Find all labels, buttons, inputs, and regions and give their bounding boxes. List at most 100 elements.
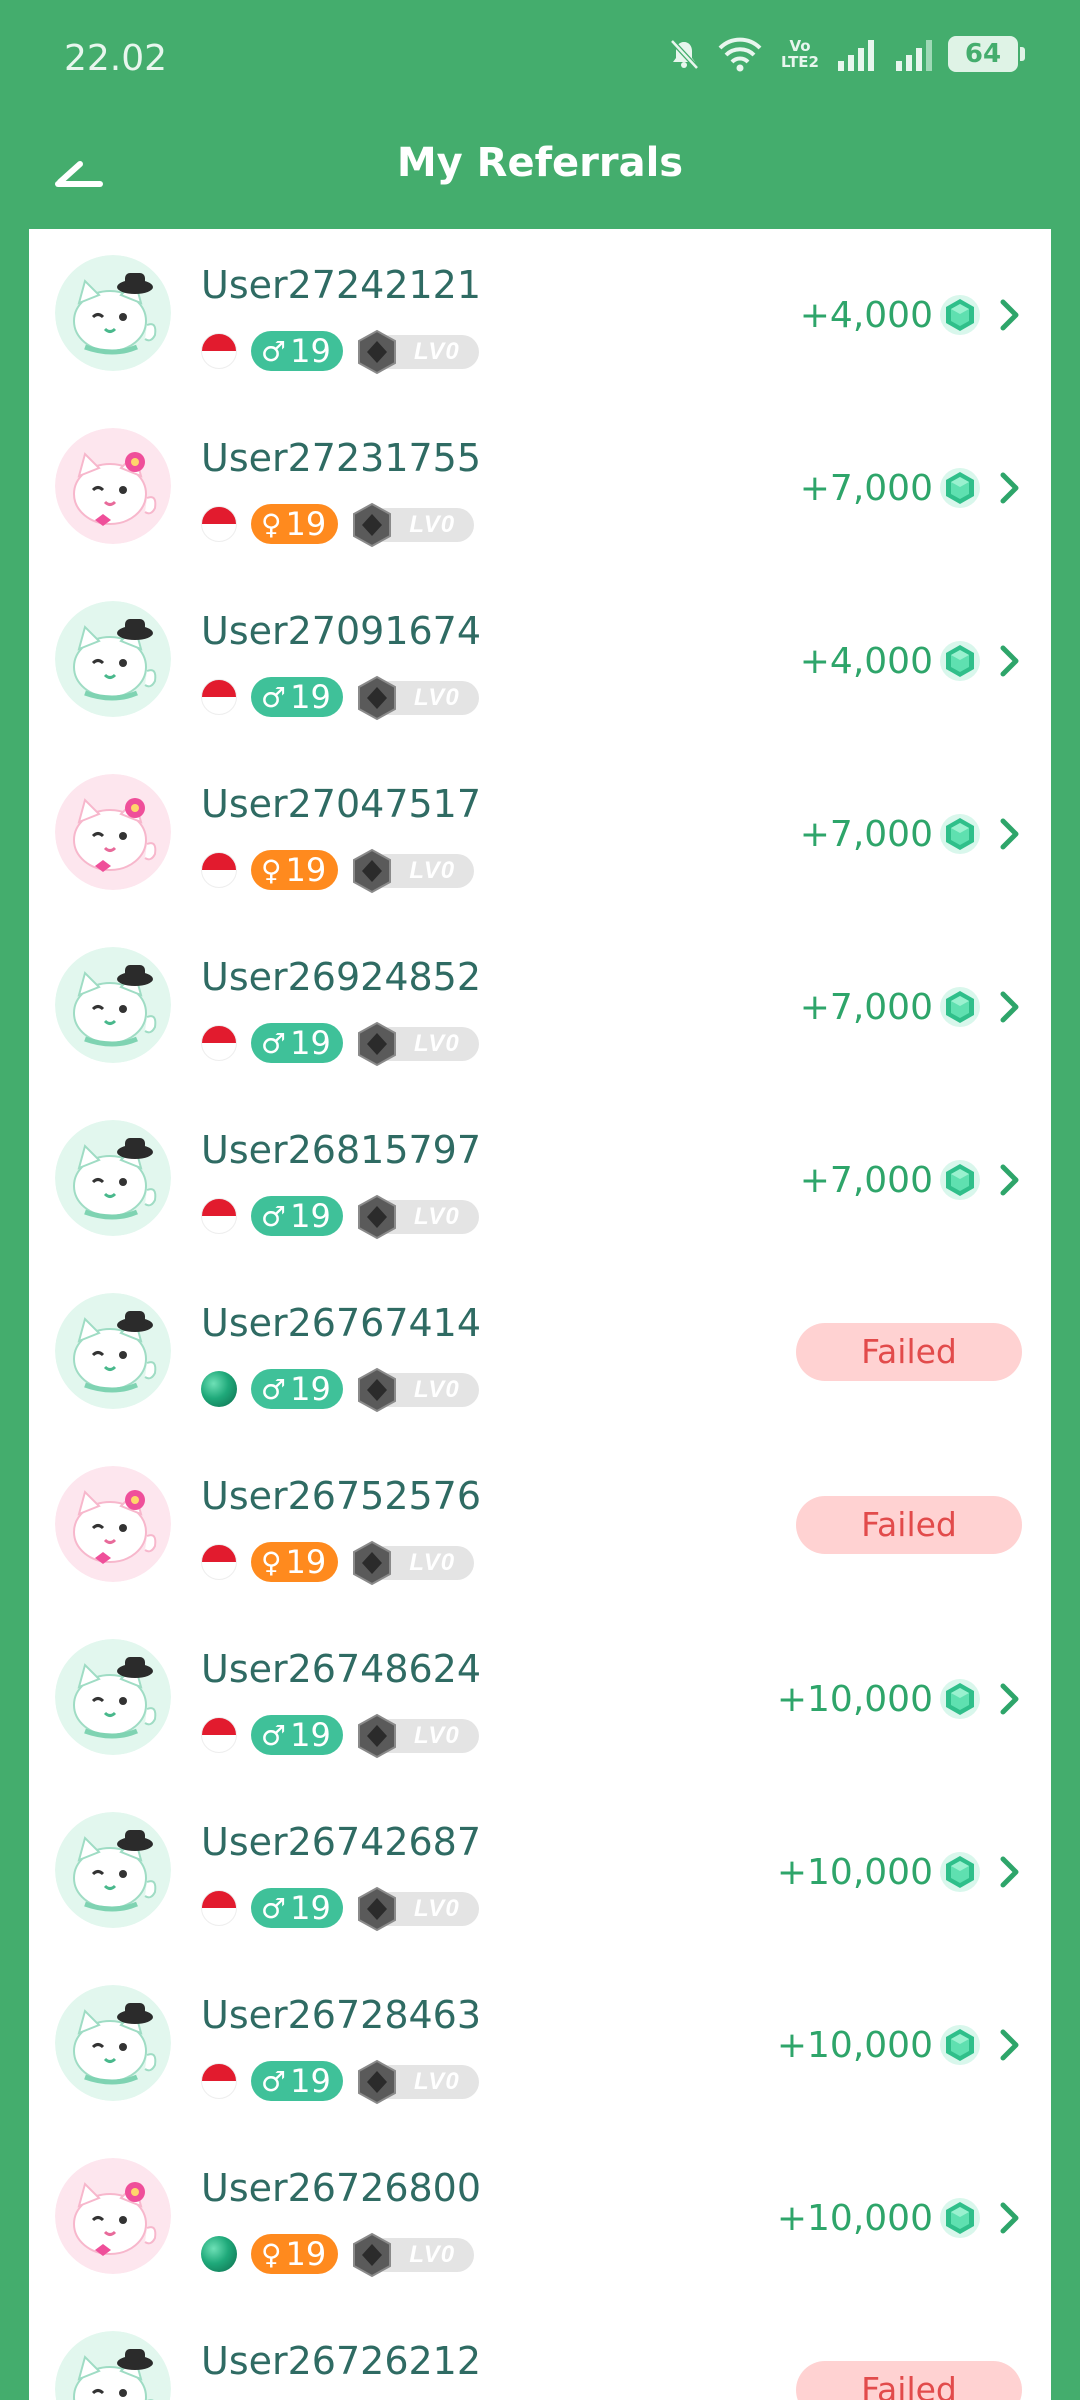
level-badge: LV0 xyxy=(350,848,475,894)
app-bar: My Referrals xyxy=(0,124,1080,230)
level-hexagon-icon xyxy=(357,2059,396,2105)
gem-icon xyxy=(940,468,980,508)
indonesia-flag xyxy=(201,333,237,369)
level-badge: LV0 xyxy=(350,502,475,548)
age-value: 19 xyxy=(290,2062,331,2100)
avatar[interactable] xyxy=(55,601,171,717)
referral-row[interactable]: User26742687 ♂ 19 LV0 +10,000 xyxy=(29,1784,1051,1957)
indonesia-flag xyxy=(201,1890,237,1926)
avatar[interactable] xyxy=(55,1639,171,1755)
indonesia-flag xyxy=(201,679,237,715)
username: User26924852 xyxy=(201,955,482,999)
wifi-icon xyxy=(718,37,762,72)
indonesia-flag xyxy=(201,852,237,888)
gender-age-badge: ♂ 19 xyxy=(251,1196,343,1236)
age-value: 19 xyxy=(285,1543,327,1581)
user-meta: ♂ 19 LV0 xyxy=(201,1367,479,1413)
level-hexagon-icon xyxy=(357,329,396,375)
reward-link[interactable]: +4,000 xyxy=(800,637,1021,685)
failed-status-badge: Failed xyxy=(796,2361,1022,2400)
avatar[interactable] xyxy=(55,947,171,1063)
female-icon: ♀ xyxy=(261,507,282,541)
reward-amount: +7,000 xyxy=(799,813,933,855)
male-icon: ♂ xyxy=(261,1718,287,1752)
age-value: 19 xyxy=(290,1889,331,1927)
referral-row[interactable]: User26924852 ♂ 19 LV0 +7,000 xyxy=(29,919,1051,1092)
referral-row[interactable]: User27242121 ♂ 19 LV0 +4,000 xyxy=(29,229,1051,400)
avatar[interactable] xyxy=(55,1293,171,1409)
referral-row[interactable]: User26728463 ♂ 19 LV0 +10,000 xyxy=(29,1957,1051,2130)
username: User26767414 xyxy=(201,1301,482,1345)
gem-icon xyxy=(940,2198,980,2238)
age-value: 19 xyxy=(290,678,331,716)
level-hexagon-icon xyxy=(353,848,392,894)
avatar[interactable] xyxy=(55,2331,171,2400)
status-time: 22.02 xyxy=(64,38,168,79)
referral-row[interactable]: User27047517 ♀ 19 LV0 +7,000 xyxy=(29,746,1051,919)
referral-row: User26726212♂19LV0Failed xyxy=(29,2303,1051,2400)
failed-status-badge: Failed xyxy=(796,1323,1022,1381)
referral-row[interactable]: User26815797 ♂ 19 LV0 +7,000 xyxy=(29,1092,1051,1265)
user-meta: ♀ 19 LV0 xyxy=(201,2232,475,2278)
indonesia-flag xyxy=(201,506,237,542)
reward-link[interactable]: +7,000 xyxy=(800,983,1021,1031)
avatar[interactable] xyxy=(55,255,171,371)
user-meta: ♂ 19 LV0 xyxy=(201,1194,479,1240)
user-meta: ♂ 19 LV0 xyxy=(201,1886,479,1932)
username: User26742687 xyxy=(201,1820,482,1864)
reward-link[interactable]: +4,000 xyxy=(800,291,1021,339)
gem-icon xyxy=(940,1679,980,1719)
level-hexagon-icon xyxy=(353,1540,392,1586)
chevron-right-icon xyxy=(1000,1683,1019,1715)
failed-status-badge: Failed xyxy=(796,1496,1022,1554)
referral-row: User26752576 ♀ 19 LV0 Failed xyxy=(29,1438,1051,1611)
avatar[interactable] xyxy=(55,1985,171,2101)
username: User27047517 xyxy=(201,782,482,826)
avatar[interactable] xyxy=(55,2158,171,2274)
level-badge: LV0 xyxy=(355,329,479,375)
avatar[interactable] xyxy=(55,1120,171,1236)
level-hexagon-icon xyxy=(353,2232,392,2278)
user-meta: ♀ 19 LV0 xyxy=(201,1540,475,1586)
bell-muted-icon xyxy=(670,39,699,70)
chevron-right-icon xyxy=(1000,818,1019,850)
reward-link[interactable]: +10,000 xyxy=(777,2021,1021,2069)
referral-row[interactable]: User26748624 ♂ 19 LV0 +10,000 xyxy=(29,1611,1051,1784)
reward-link[interactable]: +7,000 xyxy=(800,810,1021,858)
indonesia-flag xyxy=(201,1717,237,1753)
gem-icon xyxy=(940,295,980,335)
reward-link[interactable]: +10,000 xyxy=(777,2194,1021,2242)
username: User27091674 xyxy=(201,609,482,653)
reward-link[interactable]: +7,000 xyxy=(800,1156,1021,1204)
indonesia-flag xyxy=(201,1198,237,1234)
signal-icon-1 xyxy=(838,40,874,71)
user-meta: ♂ 19 LV0 xyxy=(201,675,479,721)
avatar[interactable] xyxy=(55,1812,171,1928)
avatar[interactable] xyxy=(55,774,171,890)
referral-row[interactable]: User27091674 ♂ 19 LV0 +4,000 xyxy=(29,573,1051,746)
indonesia-flag xyxy=(201,1544,237,1580)
status-bar: 22.02 Vo LTE2 64 xyxy=(0,0,1080,124)
reward-link[interactable]: +7,000 xyxy=(800,464,1021,512)
avatar[interactable] xyxy=(55,428,171,544)
gender-age-badge: ♀ 19 xyxy=(251,504,339,544)
male-icon: ♂ xyxy=(261,1372,287,1406)
globe-flag xyxy=(201,2236,237,2272)
referral-row[interactable]: User27231755 ♀ 19 LV0 +7,000 xyxy=(29,400,1051,573)
avatar[interactable] xyxy=(55,1466,171,1582)
gender-age-badge: ♀ 19 xyxy=(251,850,339,890)
reward-amount: +7,000 xyxy=(799,986,933,1028)
gem-icon xyxy=(940,1852,980,1892)
age-value: 19 xyxy=(285,505,327,543)
male-icon: ♂ xyxy=(261,1199,287,1233)
chevron-right-icon xyxy=(1000,991,1019,1023)
user-meta: ♂ 19 LV0 xyxy=(201,329,479,375)
reward-link[interactable]: +10,000 xyxy=(777,1675,1021,1723)
username: User26726800 xyxy=(201,2166,482,2210)
gender-age-badge: ♂ 19 xyxy=(251,677,343,717)
referral-row[interactable]: User26726800 ♀ 19 LV0 +10,000 xyxy=(29,2130,1051,2303)
reward-link[interactable]: +10,000 xyxy=(777,1848,1021,1896)
level-hexagon-icon xyxy=(357,1886,396,1932)
user-meta: ♀ 19 LV0 xyxy=(201,502,475,548)
level-hexagon-icon xyxy=(357,675,396,721)
